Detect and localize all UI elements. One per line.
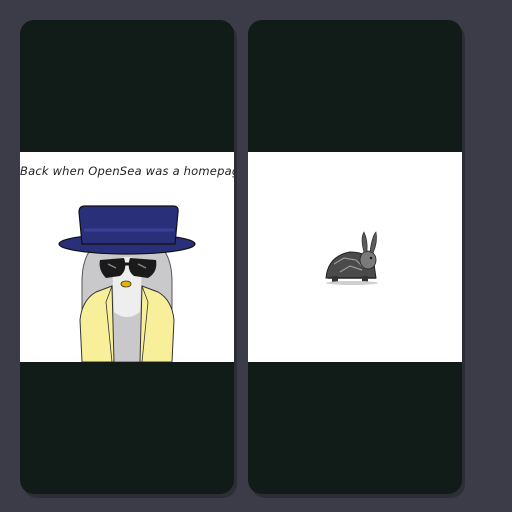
nft-card-media[interactable]: Back when OpenSea was a homepage [20,152,234,362]
penguin-in-top-hat-icon [58,205,196,362]
nft-card-media[interactable] [248,152,462,362]
tortoise-rabbit-hybrid-icon [325,231,378,285]
nft-card-penguin[interactable]: Back when OpenSea was a homepage [20,20,234,494]
nft-card-tortoise[interactable] [248,20,462,494]
nft-card-grid: Back when OpenSea was a homepage [0,0,512,512]
